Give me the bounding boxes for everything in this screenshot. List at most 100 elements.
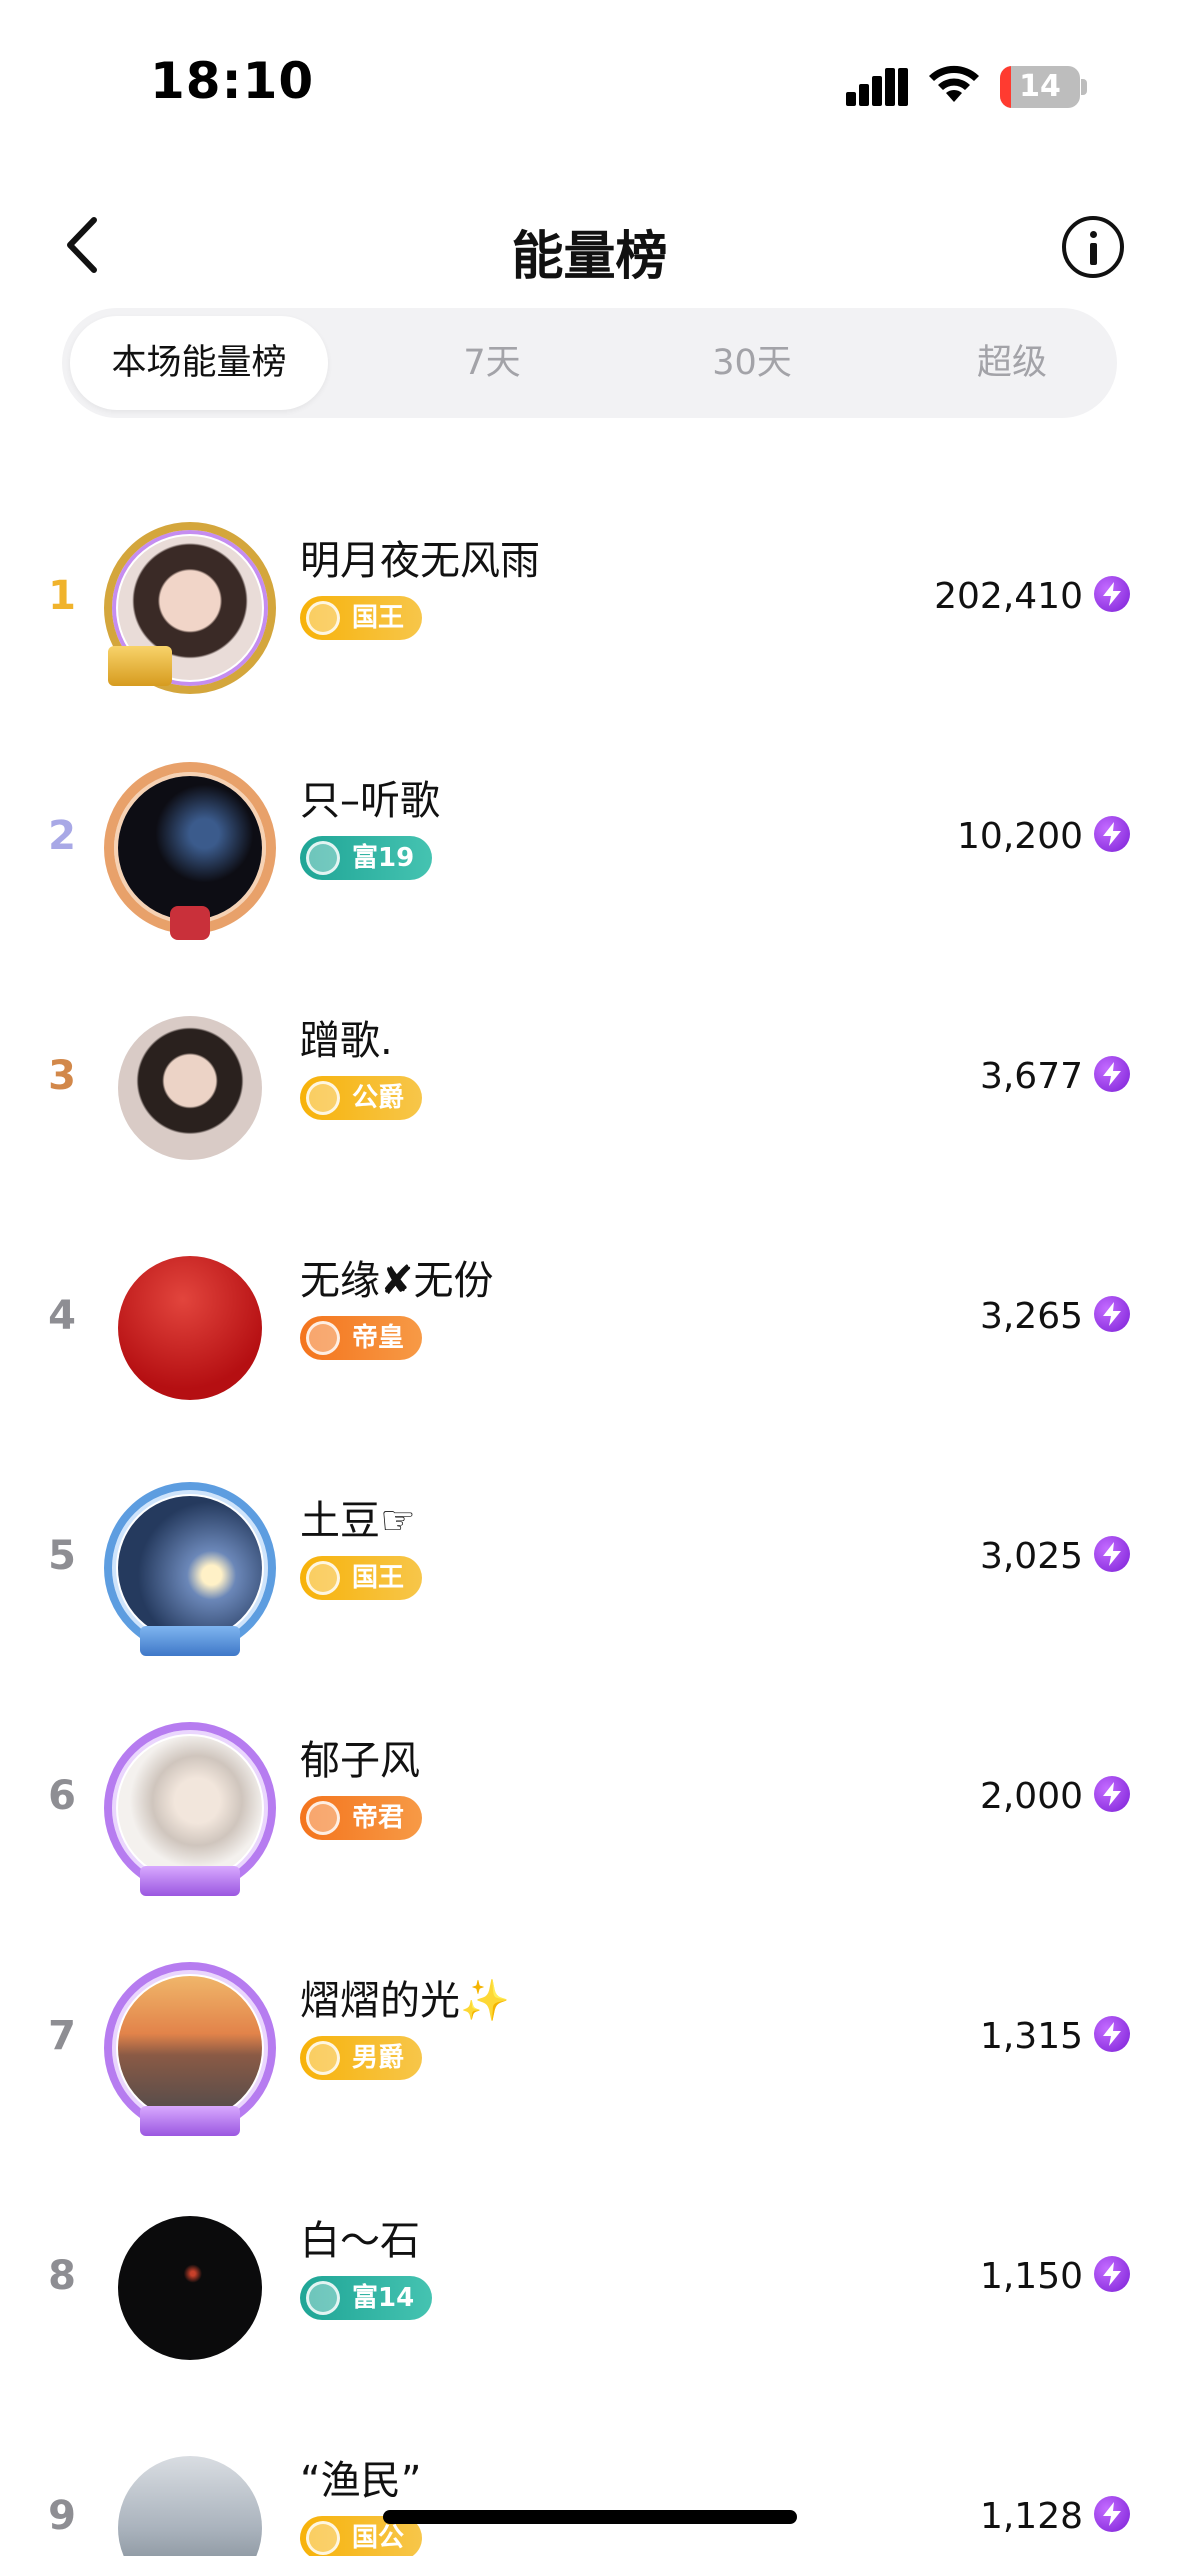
badge-label: 公爵	[352, 1083, 405, 1113]
avatar-image	[118, 1976, 262, 2120]
status-time: 18:10	[150, 52, 315, 110]
energy-bolt-icon	[1094, 1056, 1130, 1092]
ranking-row-6[interactable]: 6 郁子风 帝君 2,000	[0, 1678, 1179, 1918]
level-badge: 国王	[300, 596, 423, 640]
energy-score: 1,150	[979, 2256, 1083, 2297]
tab-30-days[interactable]: 30天	[652, 316, 852, 410]
rank-number: 8	[48, 2253, 76, 2299]
tab-session-ranking[interactable]: 本场能量榜	[70, 316, 328, 410]
rank-number: 4	[48, 1293, 76, 1339]
energy-score: 202,410	[934, 576, 1083, 617]
page-title: 能量榜	[511, 227, 668, 287]
level-badge: 国王	[300, 1556, 423, 1600]
info-bar	[1090, 243, 1097, 265]
ranking-tabs: 本场能量榜 7天 30天 超级	[62, 308, 1117, 418]
level-badge: 富14	[300, 2276, 433, 2320]
rank-number: 5	[48, 1533, 76, 1579]
badge-label: 国王	[352, 603, 405, 633]
frame-gem-decoration	[170, 906, 210, 940]
home-indicator[interactable]	[383, 2510, 797, 2524]
battery-percentage: 14	[1019, 69, 1061, 104]
battery-cap	[1081, 79, 1087, 95]
avatar-image	[118, 1016, 262, 1160]
crown-badge-icon	[306, 2521, 340, 2555]
user-name: “渔民”	[300, 2458, 422, 2504]
energy-bolt-icon	[1094, 1776, 1130, 1812]
crown-badge-icon	[306, 1081, 340, 1115]
page-header: 能量榜	[0, 190, 1179, 300]
badge-label: 帝皇	[352, 1323, 405, 1353]
badge-label: 国公	[352, 2523, 405, 2553]
ranking-row-9[interactable]: 9 “渔民” 国公 1,128	[0, 2398, 1179, 2556]
energy-score: 2,000	[979, 1776, 1083, 1817]
energy-score: 3,677	[979, 1056, 1083, 1097]
user-name: 无缘✘无份	[300, 1258, 494, 1304]
avatar[interactable]	[110, 1248, 270, 1408]
avatar[interactable]	[104, 1962, 276, 2136]
energy-score: 10,200	[957, 816, 1083, 857]
avatar[interactable]	[110, 2208, 270, 2368]
ranking-row-8[interactable]: 8 白～石 富14 1,150	[0, 2158, 1179, 2398]
crown-badge-icon	[306, 2041, 340, 2075]
badge-label: 富19	[352, 843, 415, 873]
info-icon[interactable]	[1062, 216, 1124, 278]
avatar-image	[118, 1496, 262, 1640]
info-dot	[1090, 231, 1097, 238]
energy-score: 3,025	[979, 1536, 1083, 1577]
energy-score: 1,315	[979, 2016, 1083, 2057]
user-name: 白～石	[300, 2218, 420, 2264]
rank-number: 6	[48, 1773, 76, 1819]
badge-label: 国王	[352, 1563, 405, 1593]
avatar[interactable]	[110, 1008, 270, 1168]
frame-wing-decoration	[140, 1626, 240, 1656]
gold-card-decoration	[108, 646, 172, 686]
rank-number: 3	[48, 1053, 76, 1099]
level-badge: 公爵	[300, 1076, 423, 1120]
energy-score: 1,128	[979, 2496, 1083, 2537]
ranking-row-4[interactable]: 4 无缘✘无份 帝皇 3,265	[0, 1198, 1179, 1438]
energy-bolt-icon	[1094, 816, 1130, 852]
emperor-badge-icon	[306, 1801, 340, 1835]
wifi-icon	[929, 65, 979, 102]
avatar-image	[118, 1256, 262, 1400]
avatar-image	[118, 2456, 262, 2556]
avatar[interactable]	[104, 522, 276, 694]
cellular-signal-icon	[846, 68, 908, 106]
avatar[interactable]	[104, 762, 276, 940]
ranking-row-7[interactable]: 7 熠熠的光✨ 男爵 1,315	[0, 1918, 1179, 2158]
wealth-badge-icon	[306, 2281, 340, 2315]
energy-bolt-icon	[1094, 2496, 1130, 2532]
energy-bolt-icon	[1094, 576, 1130, 612]
level-badge: 男爵	[300, 2036, 423, 2080]
avatar-image	[118, 1736, 262, 1880]
tab-super[interactable]: 超级	[912, 316, 1112, 410]
frame-wing-decoration	[140, 1866, 240, 1896]
level-badge: 帝皇	[300, 1316, 423, 1360]
user-name: 蹭歌.	[300, 1018, 393, 1064]
level-badge: 帝君	[300, 1796, 423, 1840]
ranking-row-3[interactable]: 3 蹭歌. 公爵 3,677	[0, 958, 1179, 1198]
energy-bolt-icon	[1094, 1536, 1130, 1572]
energy-bolt-icon	[1094, 2256, 1130, 2292]
user-name: 郁子风	[300, 1738, 420, 1784]
avatar[interactable]	[110, 2448, 270, 2556]
avatar[interactable]	[104, 1482, 276, 1656]
crown-badge-icon	[306, 601, 340, 635]
rank-number: 1	[48, 573, 76, 619]
wealth-badge-icon	[306, 841, 340, 875]
energy-score: 3,265	[979, 1296, 1083, 1337]
avatar-image	[118, 2216, 262, 2360]
badge-label: 帝君	[352, 1803, 405, 1833]
energy-bolt-icon	[1094, 2016, 1130, 2052]
avatar[interactable]	[104, 1722, 276, 1896]
frame-wing-decoration	[140, 2106, 240, 2136]
energy-bolt-icon	[1094, 1296, 1130, 1332]
badge-label: 富14	[352, 2283, 415, 2313]
status-bar: 18:10 14	[0, 0, 1179, 150]
ranking-row-2[interactable]: 2 只–听歌 富19 10,200	[0, 718, 1179, 958]
ranking-row-5[interactable]: 5 土豆☞ 国王 3,025	[0, 1438, 1179, 1678]
tab-7-days[interactable]: 7天	[392, 316, 592, 410]
rank-number: 7	[48, 2013, 76, 2059]
user-name: 熠熠的光✨	[300, 1978, 510, 2024]
ranking-row-1[interactable]: 1 明月夜无风雨 国王 202,410	[0, 478, 1179, 718]
